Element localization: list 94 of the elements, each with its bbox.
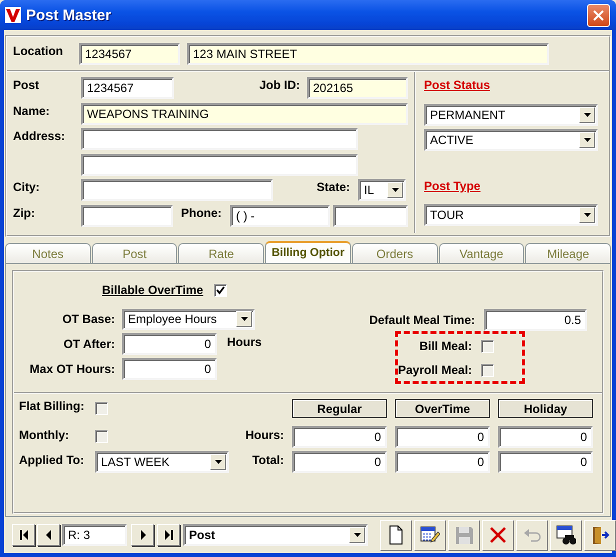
field-label: Payroll Meal: [398, 363, 472, 377]
checkbox[interactable] [95, 402, 108, 415]
tab[interactable]: Rate [178, 243, 264, 263]
field-label: Flat Billing: [19, 399, 86, 413]
caret-down-icon [214, 460, 222, 464]
tab[interactable]: Billing Optior [265, 241, 351, 263]
tab[interactable]: Mileage [525, 243, 612, 263]
input-field[interactable]: 0 [122, 333, 217, 355]
previous-record-button[interactable] [37, 524, 60, 546]
input-field[interactable]: 0 [498, 426, 593, 448]
tab[interactable]: Post [92, 243, 178, 263]
field-label: Default Meal Time: [368, 313, 475, 327]
window-title: Post Master [26, 6, 112, 24]
dropdown[interactable]: ACTIVE [424, 129, 598, 151]
field-label: Total: [251, 452, 284, 467]
new-button[interactable] [380, 520, 412, 550]
field-label: Job ID: [259, 77, 300, 92]
close-icon [593, 10, 604, 20]
field-label: Phone: [181, 204, 223, 220]
field-label: Post [13, 77, 40, 92]
dropdown[interactable]: LAST WEEK [95, 451, 229, 473]
field-label: Hours [227, 335, 262, 349]
input-field[interactable]: 0 [292, 426, 387, 448]
input-field[interactable]: 0.5 [484, 309, 587, 331]
caret-down-icon [392, 188, 398, 192]
checkbox[interactable] [214, 284, 228, 296]
input-field[interactable]: 0 [292, 451, 387, 473]
caret-down-icon [584, 113, 590, 117]
field-label: Max OT Hours: [28, 362, 115, 376]
input-field[interactable]: WEAPONS TRAINING [81, 102, 408, 124]
door-arrow-icon [590, 525, 610, 545]
field-label: Location [13, 44, 64, 58]
exit-button[interactable] [584, 520, 616, 550]
input-field[interactable]: 123 MAIN STREET [187, 42, 549, 64]
field-label: OT Base: [61, 312, 115, 326]
input-field[interactable]: 0 [122, 358, 217, 380]
close-button[interactable] [587, 4, 610, 26]
tab[interactable]: Orders [352, 243, 438, 263]
record-field[interactable]: R: 3 [62, 524, 127, 546]
first-record-button[interactable] [12, 524, 35, 546]
delete-icon [488, 525, 508, 545]
caret-down-icon [584, 138, 590, 142]
input-field[interactable]: 0 [395, 426, 490, 448]
checkbox[interactable] [481, 364, 494, 376]
input-field[interactable]: 0 [498, 451, 593, 473]
field-label: City: [13, 179, 41, 194]
skip-back-icon [18, 529, 28, 541]
input-field[interactable]: 1234567 [81, 77, 174, 99]
column-header: Holiday [498, 399, 593, 418]
field-label: State: [316, 179, 350, 194]
field-label: Zip: [13, 204, 36, 220]
tab[interactable]: Vantage [438, 243, 524, 263]
left-triangle-icon [44, 529, 54, 541]
field-label: Monthly: [19, 427, 70, 442]
input-field[interactable] [81, 154, 358, 176]
input-field[interactable]: 1234567 [79, 42, 180, 64]
dropdown[interactable]: TOUR [424, 204, 598, 226]
input-field[interactable] [81, 128, 358, 150]
field-label: Name: [13, 102, 51, 118]
checkbox[interactable] [95, 430, 108, 443]
column-header: OverTime [395, 399, 490, 418]
field-label: Billable OverTime [102, 283, 204, 297]
dropdown[interactable]: Employee Hours [122, 308, 255, 330]
caret-down-icon [354, 533, 360, 537]
input-field[interactable] [81, 204, 173, 226]
field-label: Applied To: [19, 452, 86, 467]
input-field[interactable] [333, 204, 408, 226]
caret-down-icon [240, 317, 248, 321]
dropdown[interactable]: IL [358, 179, 406, 201]
input-field[interactable]: 202165 [307, 77, 408, 99]
dropdown[interactable]: PERMANENT [424, 104, 598, 126]
field-label: Bill Meal: [418, 339, 472, 353]
next-record-button[interactable] [131, 524, 154, 546]
field-label: OT After: [62, 337, 115, 351]
post-type-link[interactable]: Post Type [424, 179, 602, 195]
tab[interactable]: Notes [5, 243, 91, 263]
checkbox[interactable] [481, 340, 494, 352]
field-label: Hours: [244, 427, 284, 442]
last-record-button[interactable] [157, 524, 180, 546]
skip-forward-icon [164, 529, 174, 541]
find-button[interactable] [550, 520, 582, 550]
input-field[interactable]: 0 [395, 451, 490, 473]
binoculars-icon [556, 525, 576, 545]
field-label: Address: [13, 128, 66, 143]
delete-button[interactable] [482, 520, 514, 550]
edit-button[interactable] [414, 520, 446, 550]
app-logo-icon [5, 7, 21, 23]
post-status-link[interactable]: Post Status [424, 78, 602, 94]
input-field[interactable] [81, 179, 273, 201]
table-pencil-icon [420, 525, 440, 545]
column-header: Regular [292, 399, 387, 418]
dropdown[interactable]: Post [183, 524, 368, 546]
input-field[interactable]: ( ) - [230, 204, 330, 226]
caret-down-icon [584, 213, 590, 217]
